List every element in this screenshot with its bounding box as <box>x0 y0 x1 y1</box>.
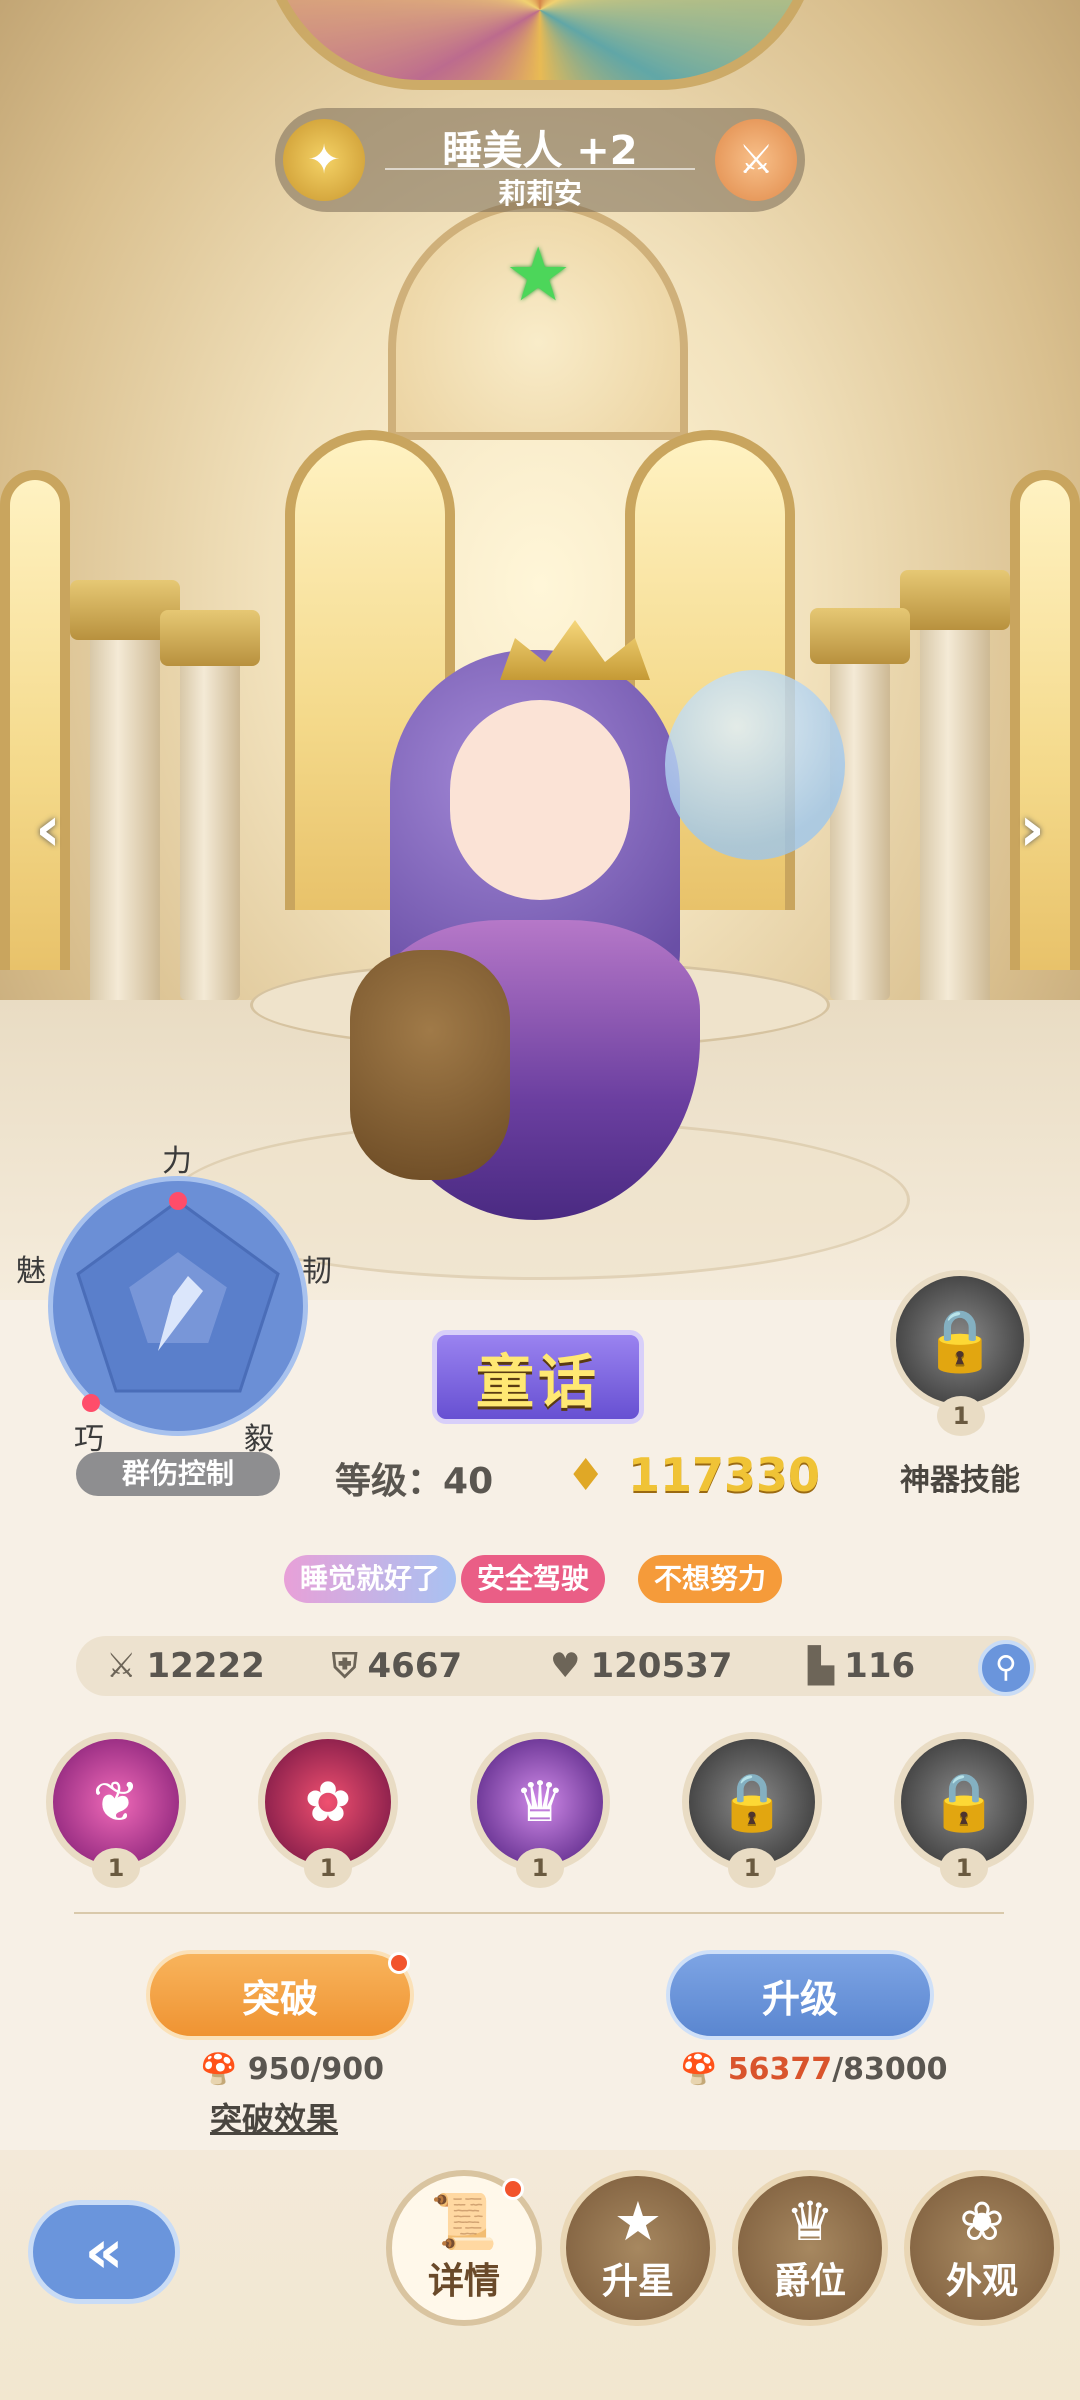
lock-icon: 🔒 <box>922 1305 998 1376</box>
sleep-bubble <box>665 670 845 860</box>
breakthrough-effect-link[interactable]: 突破效果 <box>210 2094 338 2140</box>
pillar-capital <box>160 610 260 666</box>
skill-level-badge: 1 <box>516 1848 564 1888</box>
skill-level-badge: 1 <box>728 1848 776 1888</box>
faction-badge: 童话 <box>432 1330 644 1424</box>
stat-speed-value: 116 <box>844 1646 916 1686</box>
skill-level-badge: 1 <box>92 1848 140 1888</box>
purple-mushroom-icon: 🍄 <box>680 2052 718 2087</box>
radar-label-toughness: 韧 <box>302 1254 332 1289</box>
scroll-icon: 📜 <box>430 2190 498 2253</box>
level-label: 等级： <box>335 1461 444 1502</box>
star-rank-icon: ★ <box>505 232 572 318</box>
hero-character[interactable] <box>350 590 845 1230</box>
tab-details-label: 详情 <box>427 2261 500 2302</box>
power-gem-icon: ♦ <box>566 1450 606 1501</box>
stat-defense-value: 4667 <box>367 1646 463 1686</box>
notification-dot <box>388 1952 410 1974</box>
pillar-capital <box>810 608 910 664</box>
upgrade-have: 56377 <box>727 2052 833 2087</box>
heart-icon: ♥ <box>550 1646 581 1686</box>
role-pill: 群伤控制 <box>76 1452 280 1496</box>
upgrade-need: /83000 <box>832 2052 948 2087</box>
pillar-capital <box>900 570 1010 630</box>
section-divider <box>74 1912 1004 1914</box>
crossed-swords-icon[interactable]: ⚔ <box>715 119 797 201</box>
hero-name-header: ✦ 睡美人 +2 莉莉安 ⚔ <box>275 108 805 212</box>
pillar <box>90 620 160 1020</box>
pillar <box>180 660 240 1000</box>
boot-icon: ▙ <box>808 1646 835 1686</box>
prev-hero-arrow-icon[interactable]: ‹ <box>12 790 84 866</box>
radar-shape <box>76 1192 280 1412</box>
header-divider <box>385 168 695 170</box>
back-button[interactable]: « <box>28 2200 180 2304</box>
breakthrough-button[interactable]: 突破 <box>146 1950 414 2040</box>
stat-hp-value: 120537 <box>590 1646 733 1686</box>
next-hero-arrow-icon[interactable]: › <box>996 790 1068 866</box>
tab-title-label: 爵位 <box>773 2261 846 2302</box>
character-face <box>450 700 630 900</box>
star-icon: ★ <box>613 2190 663 2253</box>
teddy-bear <box>350 950 510 1180</box>
shield-icon: ⛨ <box>332 1646 358 1686</box>
mushroom-icon: 🍄 <box>200 2052 238 2087</box>
crown-icon: ♛ <box>785 2190 835 2253</box>
trait-tag[interactable]: 不想努力 <box>638 1555 783 1603</box>
tab-appearance-label: 外观 <box>945 2261 1018 2302</box>
stat-defense: ⛨ 4667 <box>332 1636 462 1696</box>
stat-hp: ♥ 120537 <box>550 1636 732 1696</box>
trait-tag[interactable]: 安全驾驶 <box>461 1555 606 1603</box>
stat-attack-value: 12222 <box>146 1646 265 1686</box>
search-icon[interactable]: ⚲ <box>978 1640 1034 1696</box>
artifact-skill-button[interactable]: 🔒 <box>890 1270 1030 1410</box>
level-value: 40 <box>443 1461 494 1502</box>
arched-window <box>0 470 70 970</box>
notification-dot <box>502 2178 524 2200</box>
stats-bar: ⚔ 12222 ⛨ 4667 ♥ 120537 ▙ 116 <box>76 1636 1036 1696</box>
artifact-label: 神器技能 <box>900 1463 1020 1498</box>
rose-icon: ❀ <box>959 2190 1005 2253</box>
breakthrough-need: /900 <box>310 2052 385 2087</box>
stained-glass-rose <box>260 0 820 90</box>
skill-level-badge: 1 <box>940 1848 988 1888</box>
upgrade-cost: 🍄 56377/83000 <box>680 2052 948 2087</box>
back-arrow-icon: « <box>84 2217 124 2287</box>
level-display: 等级：40 <box>335 1452 493 1504</box>
trait-tag[interactable]: 睡觉就好了 <box>284 1555 457 1603</box>
tab-star-up[interactable]: ★ 升星 <box>560 2170 716 2326</box>
power-value: 117330 <box>628 1448 821 1502</box>
tab-star-up-label: 升星 <box>601 2261 674 2302</box>
attribute-radar[interactable] <box>48 1176 308 1436</box>
pillar <box>830 660 890 1000</box>
breakthrough-have: 950 <box>247 2052 311 2087</box>
radar-label-strength: 力 <box>162 1144 192 1179</box>
character-crown <box>500 620 650 680</box>
radar-label-charm: 魅 <box>16 1254 46 1289</box>
upgrade-button[interactable]: 升级 <box>666 1950 934 2040</box>
pillar <box>920 620 990 1020</box>
arched-window <box>1010 470 1080 970</box>
stat-attack: ⚔ 12222 <box>106 1636 265 1696</box>
breakthrough-cost: 🍄 950/900 <box>200 2052 384 2087</box>
tab-appearance[interactable]: ❀ 外观 <box>904 2170 1060 2326</box>
skill-level-badge: 1 <box>304 1848 352 1888</box>
stat-speed: ▙ 116 <box>808 1636 915 1696</box>
sword-icon: ⚔ <box>106 1646 137 1686</box>
artifact-level-badge: 1 <box>937 1396 985 1436</box>
tab-title[interactable]: ♛ 爵位 <box>732 2170 888 2326</box>
